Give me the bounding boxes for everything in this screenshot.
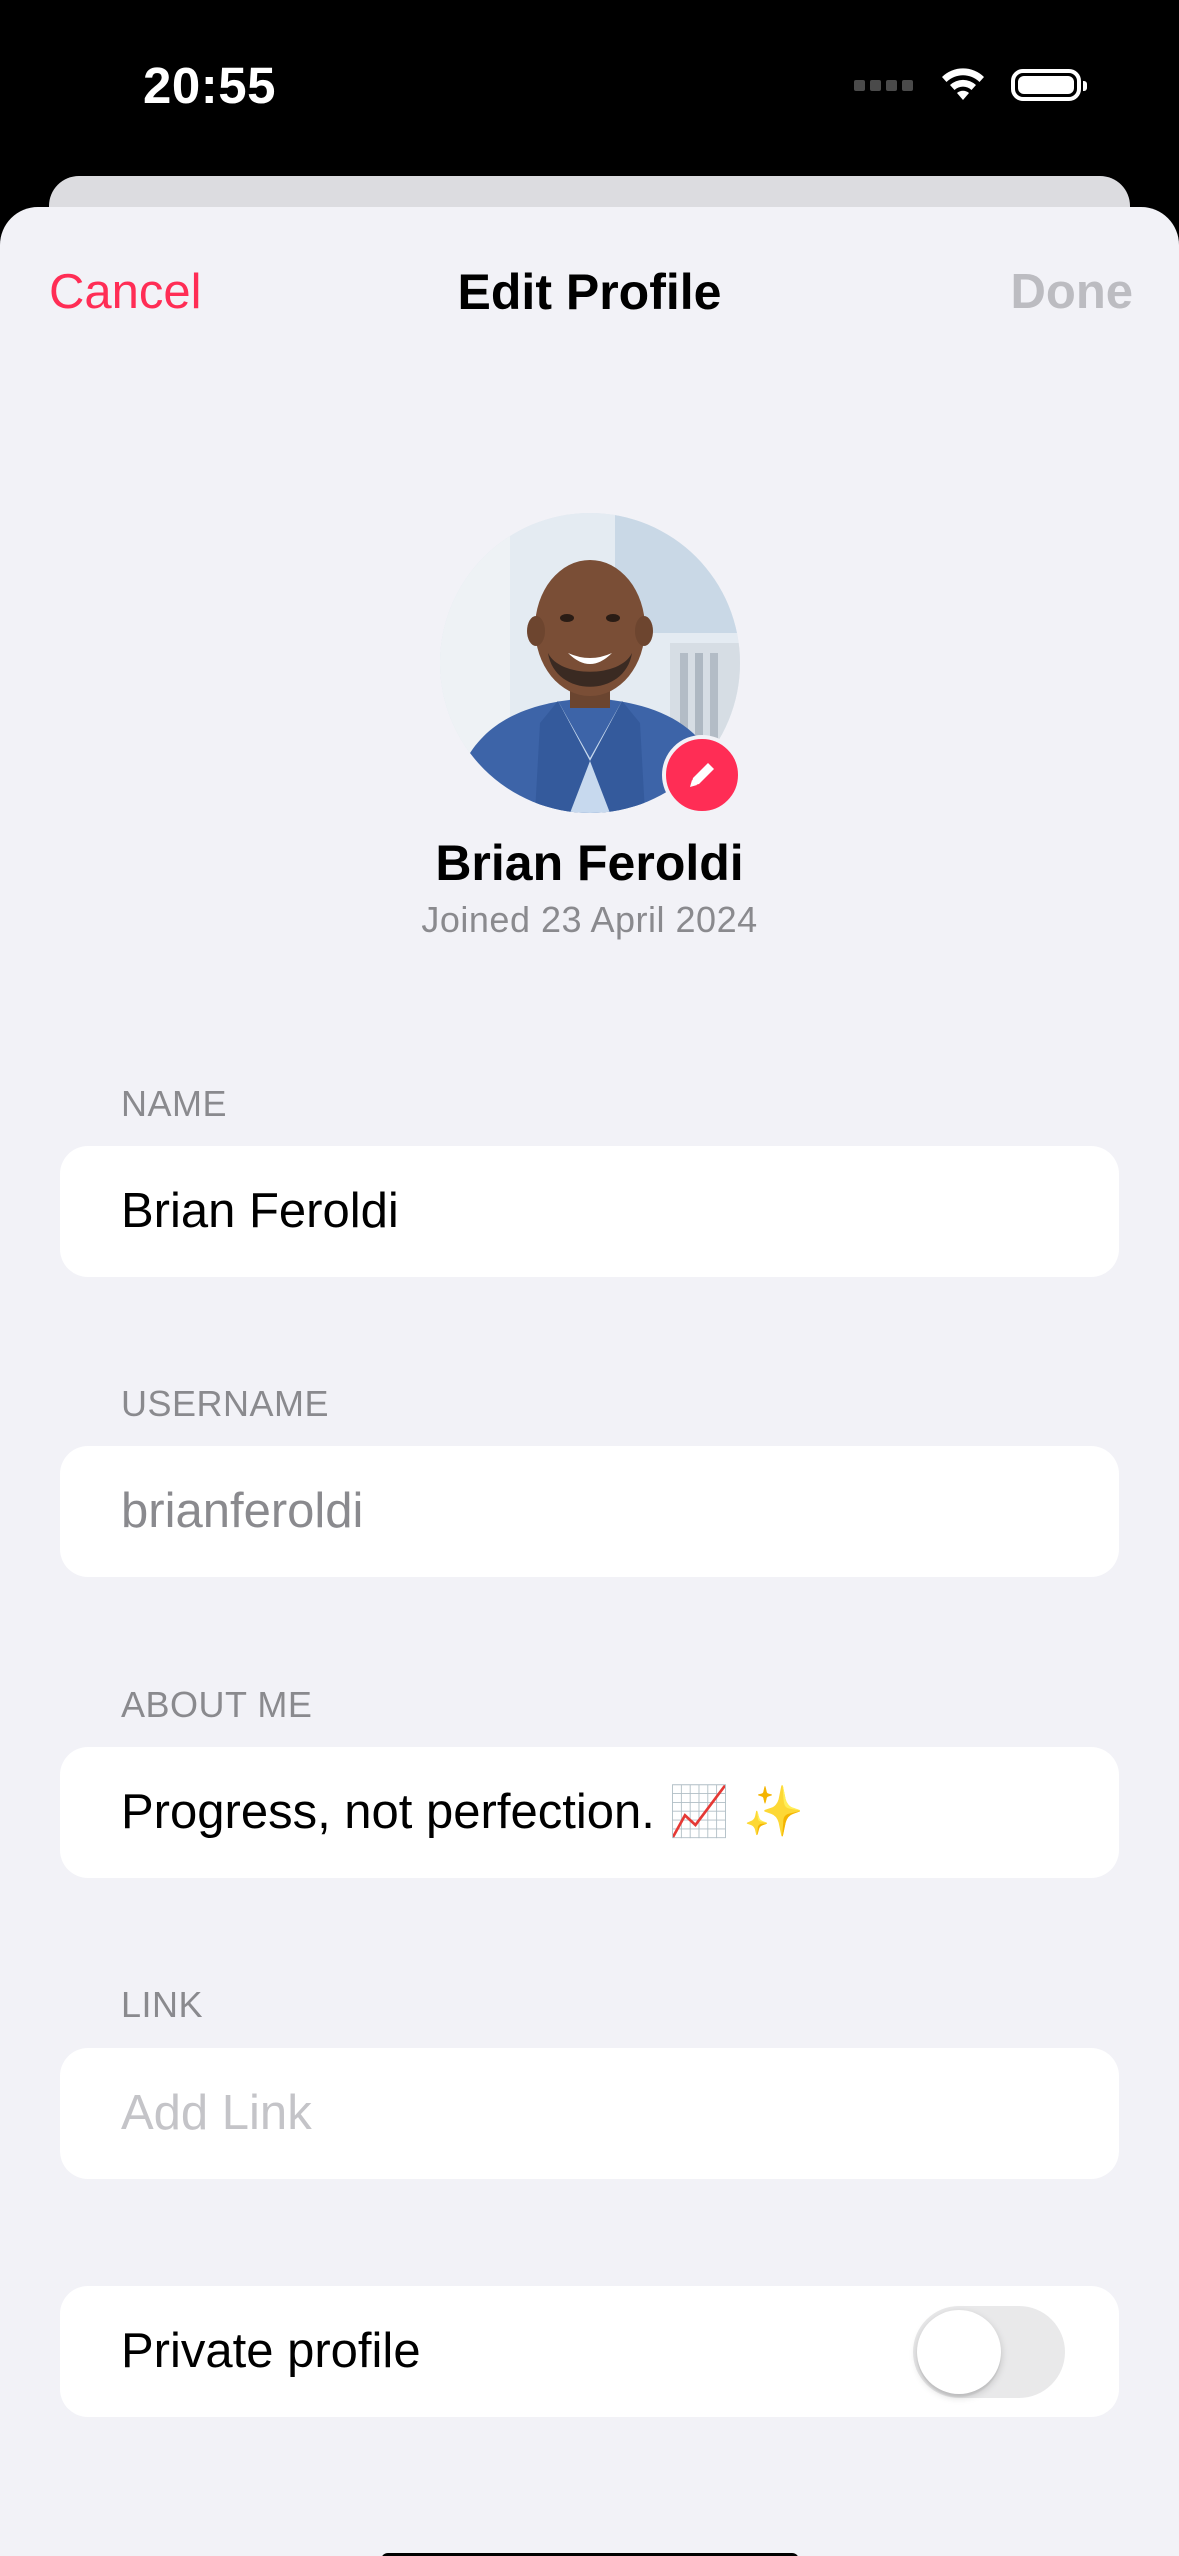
done-button[interactable]: Done	[1011, 264, 1134, 320]
username-field[interactable]: brianferoldi	[60, 1446, 1119, 1577]
status-bar: 20:55	[0, 0, 1179, 175]
link-label: LINK	[121, 1984, 204, 2025]
username-value: brianferoldi	[121, 1484, 364, 1538]
link-field[interactable]: Add Link	[60, 2048, 1119, 2179]
about-field[interactable]: Progress, not perfection. 📈 ✨	[60, 1747, 1119, 1878]
cellular-dots-icon	[854, 79, 913, 91]
name-field[interactable]: Brian Feroldi	[60, 1146, 1119, 1277]
name-value: Brian Feroldi	[121, 1184, 399, 1238]
name-label: NAME	[121, 1083, 228, 1124]
avatar-container[interactable]	[440, 513, 742, 815]
edit-avatar-button[interactable]	[662, 735, 742, 815]
status-icons	[854, 66, 1087, 104]
page-title: Edit Profile	[457, 264, 722, 320]
link-placeholder: Add Link	[121, 2086, 312, 2140]
username-label: USERNAME	[121, 1383, 330, 1424]
toggle-knob	[917, 2310, 1001, 2394]
pencil-icon	[690, 763, 714, 787]
profile-name: Brian Feroldi	[435, 835, 744, 891]
private-profile-label: Private profile	[121, 2324, 421, 2378]
joined-date: Joined 23 April 2024	[421, 899, 758, 940]
about-label: ABOUT ME	[121, 1684, 313, 1725]
status-time: 20:55	[143, 57, 276, 114]
wifi-icon	[942, 68, 984, 100]
private-profile-toggle[interactable]	[913, 2306, 1065, 2398]
battery-icon	[1011, 69, 1087, 101]
edit-profile-sheet: Cancel Edit Profile Done Brian Feroldi J…	[0, 207, 1179, 2556]
about-value: Progress, not perfection. 📈 ✨	[121, 1785, 805, 1839]
private-profile-row: Private profile	[60, 2286, 1119, 2417]
